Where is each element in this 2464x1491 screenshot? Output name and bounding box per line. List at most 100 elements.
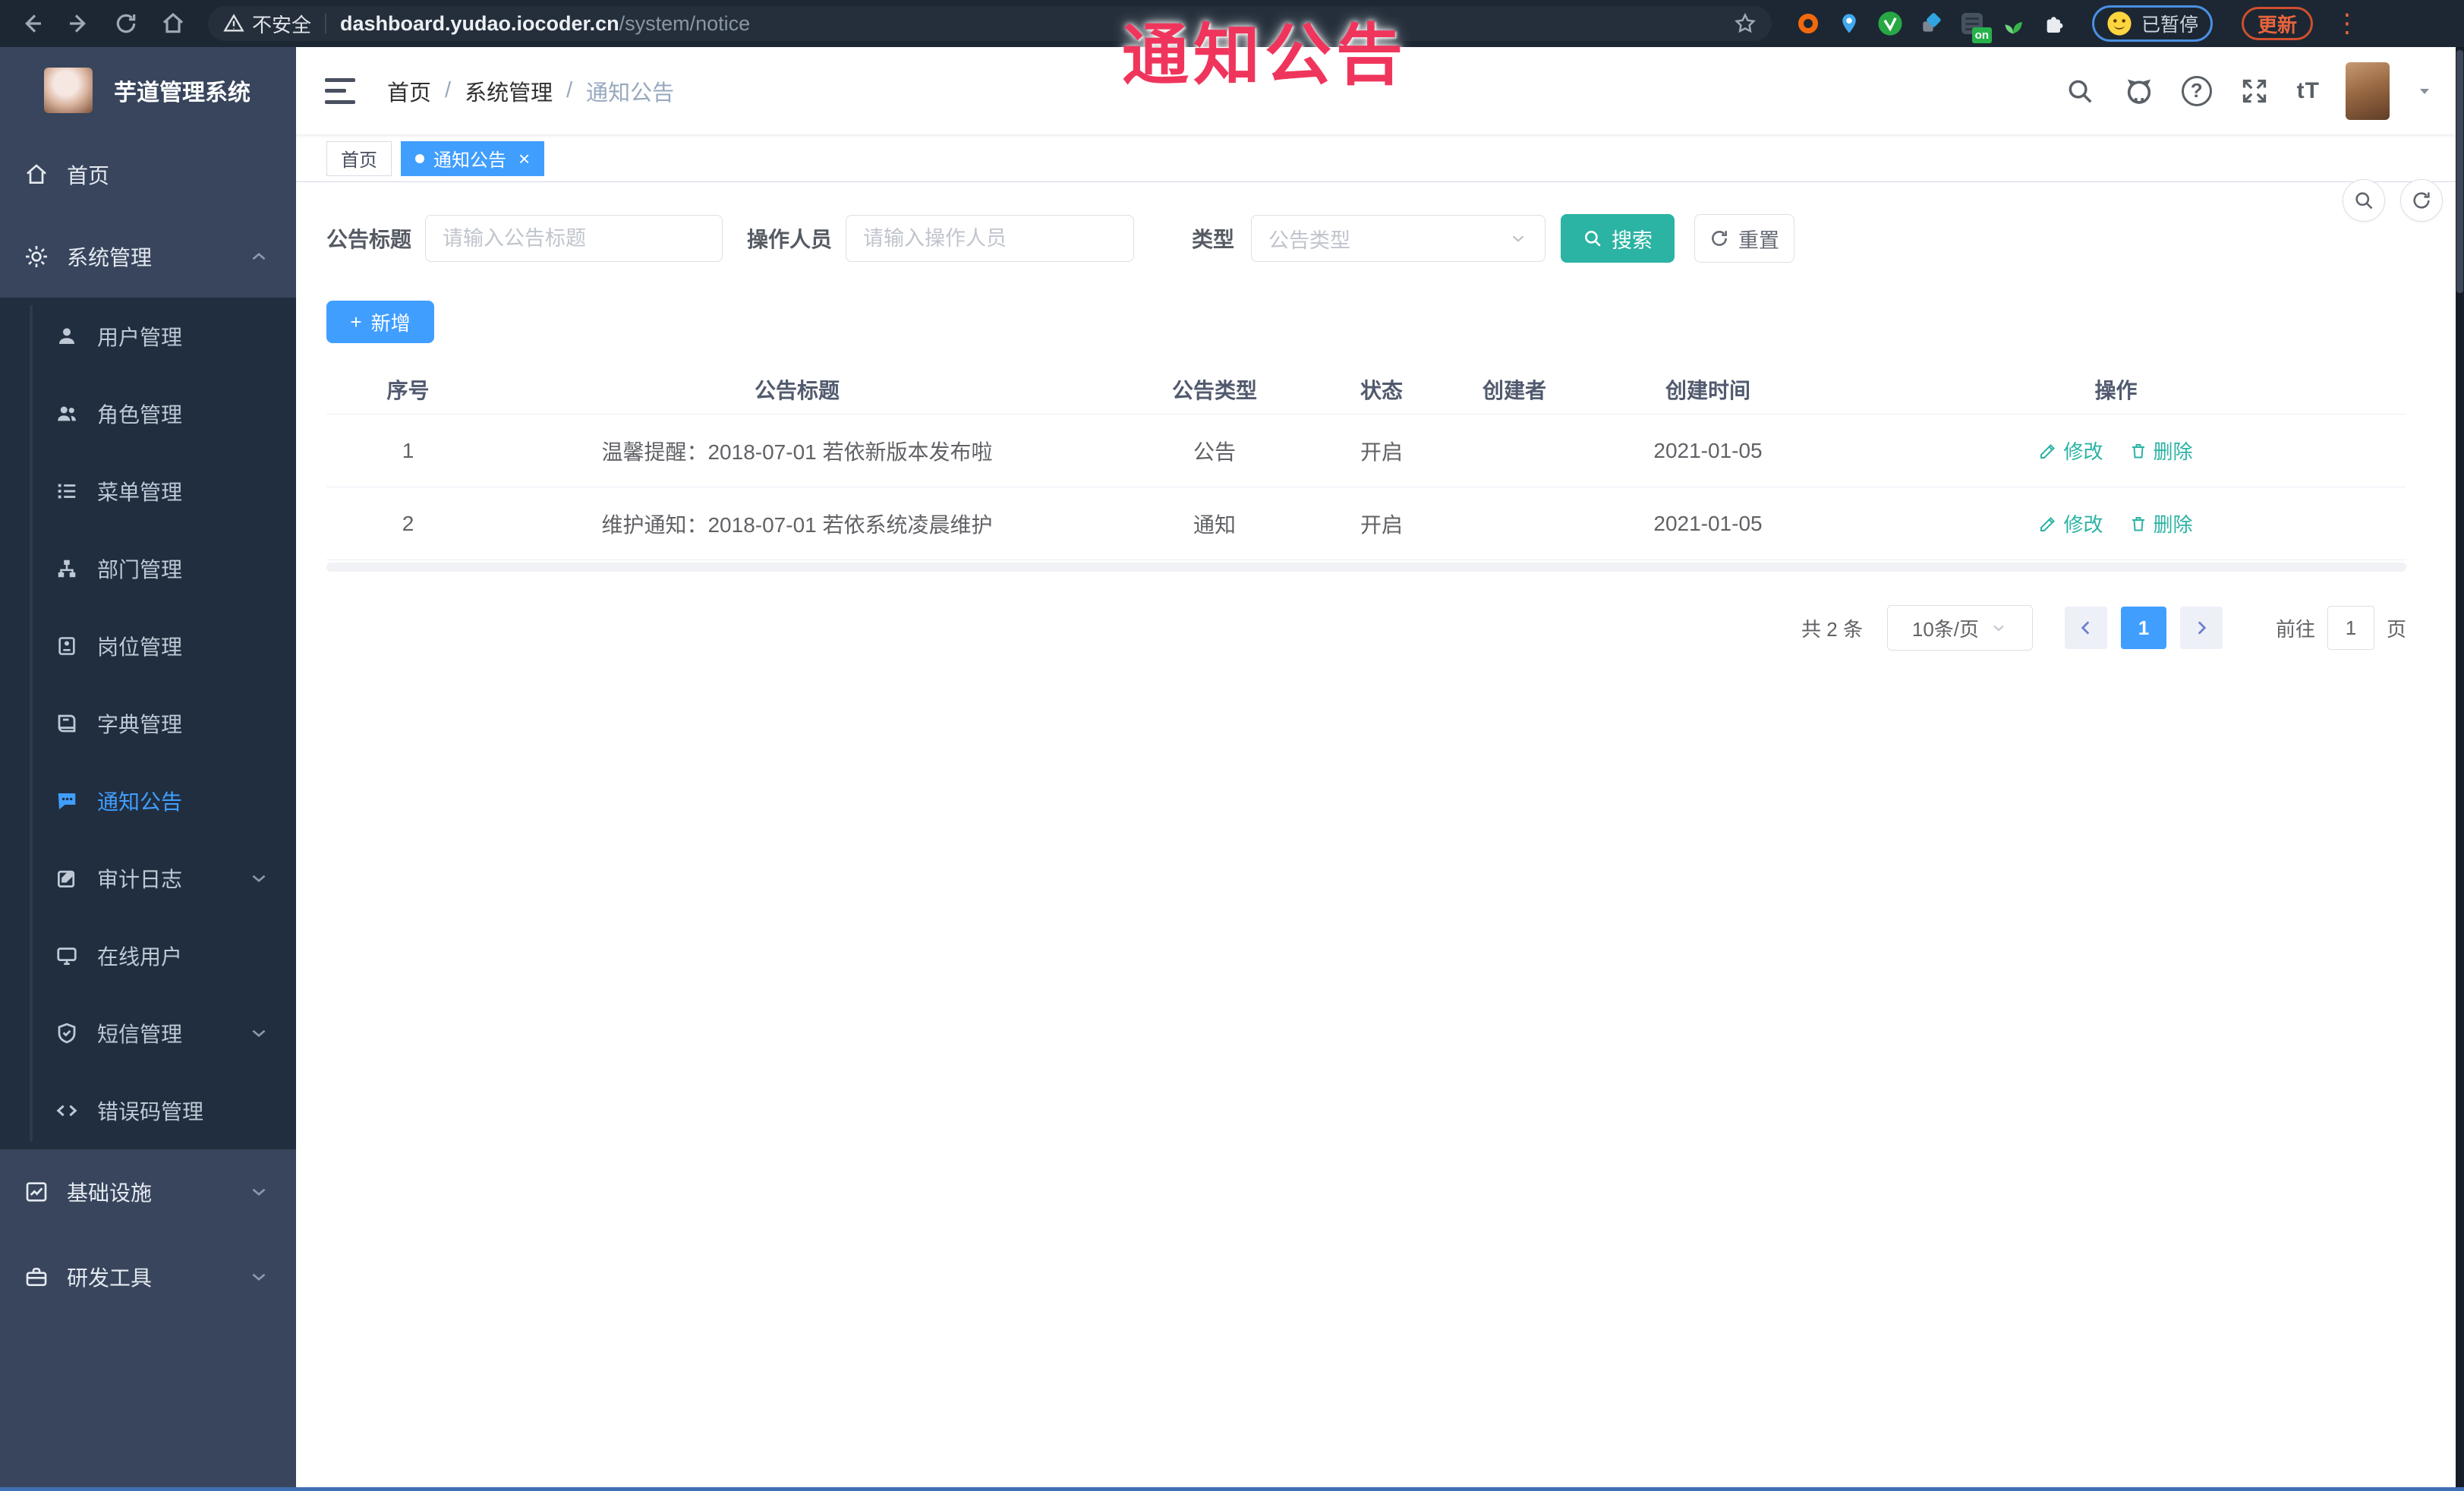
delete-link[interactable]: 删除 — [2129, 437, 2193, 465]
trash-icon — [2132, 516, 2144, 531]
badge-icon — [53, 635, 80, 657]
table-header-row: 序号 公告标题 公告类型 状态 创建者 创建时间 操作 — [326, 364, 2406, 415]
add-button[interactable]: + 新增 — [326, 301, 434, 343]
recorder-paused-pill[interactable]: 已暂停 — [2092, 5, 2214, 42]
extension-green-circle-icon[interactable] — [1876, 10, 1904, 37]
search-button-label: 搜索 — [1612, 229, 1653, 252]
toolbox-icon — [23, 1265, 50, 1289]
goto-page: 前往 页 — [2276, 606, 2406, 650]
sidebar-item-dictionary[interactable]: 字典管理 — [0, 685, 296, 762]
sidebar-item-users[interactable]: 用户管理 — [0, 298, 296, 375]
active-tab-dot — [415, 153, 424, 163]
app-logo[interactable]: 芋道管理系统 — [0, 47, 296, 134]
github-icon[interactable] — [2122, 74, 2156, 108]
window-scrollbar-thumb[interactable] — [2456, 50, 2463, 293]
browser-reload-icon[interactable] — [111, 8, 141, 39]
emoji-face-icon — [2107, 11, 2132, 36]
extension-diamond-icon[interactable] — [1917, 10, 1945, 37]
title-filter-input[interactable] — [425, 215, 723, 262]
sidebar-item-label: 系统管理 — [67, 246, 153, 270]
sidebar-toggle-icon[interactable] — [325, 77, 355, 104]
sidebar-item-sms[interactable]: 短信管理 — [0, 995, 296, 1072]
sidebar-item-roles[interactable]: 角色管理 — [0, 375, 296, 452]
page-number-button[interactable]: 1 — [2120, 607, 2166, 649]
chevron-down-icon — [249, 1023, 269, 1043]
browser-home-icon[interactable] — [158, 8, 188, 39]
breadcrumb-separator: / — [566, 78, 573, 102]
sidebar-item-audit-log[interactable]: 审计日志 — [0, 840, 296, 917]
delete-link-label: 删除 — [2153, 440, 2193, 463]
omnibox-divider — [325, 14, 327, 33]
chevron-down-icon — [249, 1267, 269, 1287]
sidebar-item-posts[interactable]: 岗位管理 — [0, 607, 296, 685]
delete-link[interactable]: 删除 — [2129, 509, 2193, 537]
header-title: 公告标题 — [754, 378, 840, 402]
browser-update-button[interactable]: 更新 — [2242, 7, 2314, 40]
edit-link[interactable]: 修改 — [2039, 437, 2103, 465]
page-size-select[interactable]: 10条/页 — [1886, 605, 2033, 651]
sidebar-item-home[interactable]: 首页 — [0, 134, 296, 216]
cell-type: 公告 — [1193, 440, 1236, 464]
sidebar-item-notice[interactable]: 通知公告 — [0, 762, 296, 840]
extension-pin-icon[interactable] — [1835, 10, 1863, 37]
fullscreen-icon[interactable] — [2238, 74, 2271, 108]
add-button-label: 新增 — [370, 311, 411, 335]
breadcrumb-home[interactable]: 首页 — [387, 75, 431, 107]
address-bar[interactable]: 不安全 dashboard.yudao.iocoder.cn/system/no… — [208, 6, 1772, 41]
cell-title: 维护通知：2018-07-01 若依系统凌晨维护 — [601, 512, 993, 537]
operator-filter-input[interactable] — [846, 215, 1135, 262]
sidebar-item-label: 用户管理 — [97, 326, 183, 349]
show-search-toggle-button[interactable] — [2343, 179, 2385, 222]
sidebar-item-departments[interactable]: 部门管理 — [0, 530, 296, 607]
breadcrumb-separator: / — [445, 78, 452, 102]
type-select[interactable]: 公告类型 — [1251, 215, 1546, 262]
search-button[interactable]: 搜索 — [1561, 214, 1675, 263]
cell-operation: 修改 删除 — [1826, 509, 2406, 537]
table-row: 2 维护通知：2018-07-01 若依系统凌晨维护 通知 开启 2021-01… — [326, 487, 2406, 560]
sidebar-item-system[interactable]: 系统管理 — [0, 216, 296, 298]
tab-notice[interactable]: 通知公告 × — [401, 140, 545, 176]
help-icon[interactable]: ? — [2181, 75, 2212, 106]
browser-menu-kebab-icon[interactable]: ⋮ — [2334, 11, 2360, 36]
chevron-left-icon — [2081, 621, 2090, 635]
app-title: 芋道管理系统 — [114, 80, 250, 106]
extension-puzzle-icon[interactable] — [2040, 10, 2068, 37]
bookmark-star-icon[interactable] — [1734, 12, 1757, 35]
cell-type: 通知 — [1193, 512, 1236, 537]
font-size-icon[interactable]: tT — [2297, 78, 2320, 104]
sidebar-item-error-codes[interactable]: 错误码管理 — [0, 1072, 296, 1149]
extension-sprout-icon[interactable] — [1999, 10, 2027, 37]
extension-database-on-icon[interactable]: on — [1958, 10, 1992, 43]
goto-page-input[interactable] — [2327, 606, 2374, 650]
plus-icon: + — [350, 310, 362, 333]
sidebar-item-dev-tools[interactable]: 研发工具 — [0, 1234, 296, 1319]
extension-ring-icon[interactable] — [1794, 10, 1822, 37]
sidebar-item-infrastructure[interactable]: 基础设施 — [0, 1149, 296, 1234]
prev-page-button[interactable] — [2064, 607, 2107, 649]
sidebar-item-label: 角色管理 — [97, 403, 183, 427]
reset-button[interactable]: 重置 — [1694, 214, 1795, 263]
next-page-button[interactable] — [2179, 607, 2223, 649]
home-icon — [23, 162, 50, 187]
sidebar-item-label: 研发工具 — [67, 1266, 153, 1290]
sidebar-item-online-users[interactable]: 在线用户 — [0, 917, 296, 995]
pencil-icon — [2040, 443, 2056, 459]
refresh-table-button[interactable] — [2400, 179, 2443, 222]
not-secure-warning[interactable]: 不安全 — [223, 10, 311, 38]
avatar-caret-icon[interactable] — [2415, 82, 2434, 100]
edit-link[interactable]: 修改 — [2039, 509, 2103, 537]
browser-back-icon[interactable] — [17, 8, 47, 39]
sidebar-item-menus[interactable]: 菜单管理 — [0, 452, 296, 530]
breadcrumb-system[interactable]: 系统管理 — [465, 75, 553, 107]
cell-title: 温馨提醒：2018-07-01 若依新版本发布啦 — [601, 440, 993, 464]
table-toolbar: + 新增 — [326, 179, 2443, 343]
chevron-down-icon — [249, 868, 269, 888]
tab-home[interactable]: 首页 — [326, 140, 392, 176]
trash-icon — [2132, 443, 2144, 458]
search-icon[interactable] — [2063, 74, 2097, 108]
chevron-up-icon — [249, 247, 269, 266]
browser-forward-icon[interactable] — [64, 8, 94, 39]
tab-close-icon[interactable]: × — [518, 149, 530, 169]
table-row: 1 温馨提醒：2018-07-01 若依新版本发布啦 公告 开启 2021-01… — [326, 415, 2406, 487]
user-avatar[interactable] — [2346, 61, 2390, 120]
